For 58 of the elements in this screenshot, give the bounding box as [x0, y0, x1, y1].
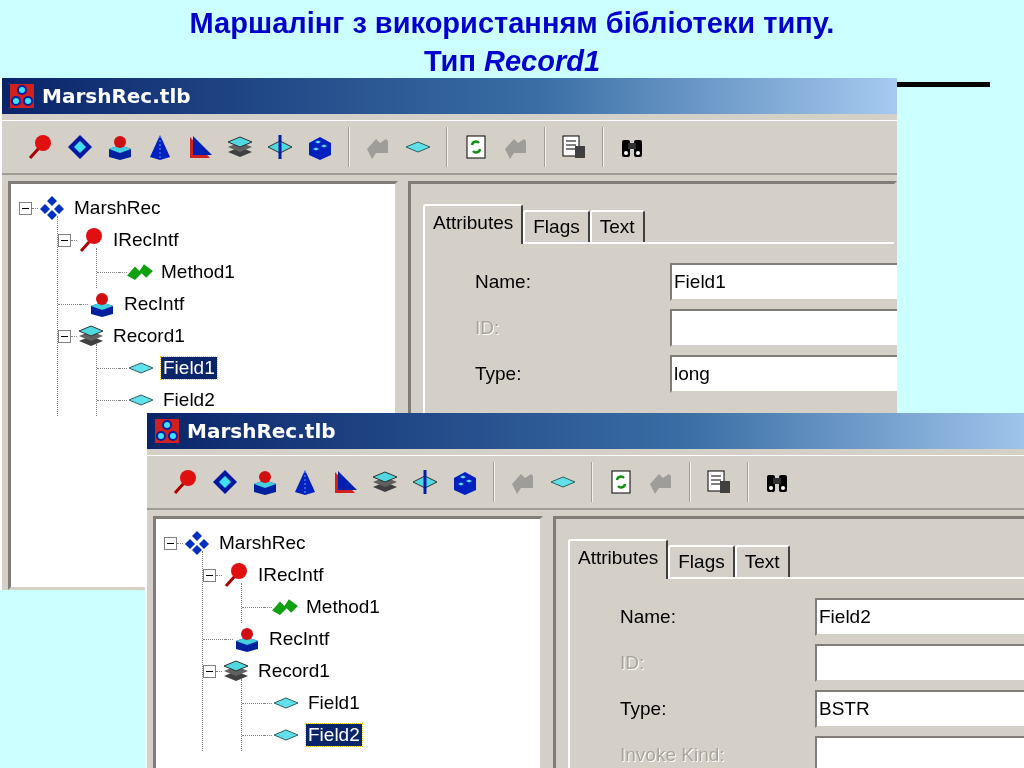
diamond-with-arrow-icon — [411, 468, 439, 496]
pin-icon — [171, 468, 199, 496]
tab[interactable]: Flags — [668, 545, 735, 577]
slide-title: Маршалінг з використанням бібліотеки типу. — [189, 6, 835, 41]
tab[interactable]: Flags — [523, 210, 590, 242]
diamond-with-arrow-icon — [266, 133, 294, 161]
slide-subtitle: Тип Record1 — [423, 44, 601, 79]
tree-item[interactable]: MarshRec — [217, 532, 308, 554]
document-icon — [705, 468, 733, 496]
diamond-icon — [66, 133, 94, 161]
field-label: Name: — [475, 271, 532, 293]
collapse-toggle[interactable] — [19, 201, 32, 215]
tree-item[interactable]: RecIntf — [122, 293, 187, 315]
input-field[interactable]: Field2 — [815, 598, 1024, 636]
pin-icon — [77, 226, 105, 254]
tab[interactable]: Text — [734, 545, 790, 577]
app-icon — [155, 419, 179, 443]
collapse-toggle[interactable] — [164, 536, 177, 550]
tree-item[interactable]: IRecIntf — [256, 564, 326, 586]
tree-item[interactable]: Method1 — [304, 596, 382, 618]
diamond-icon — [211, 468, 239, 496]
input-field[interactable]: long — [670, 355, 897, 393]
input-field[interactable]: Field1 — [670, 263, 897, 301]
app-icon — [10, 84, 34, 108]
pin-icon — [222, 561, 250, 589]
collapse-toggle[interactable] — [203, 664, 216, 678]
field-label: Name: — [620, 606, 677, 628]
tree-item[interactable]: MarshRec — [72, 197, 163, 219]
tree-item[interactable]: Record1 — [256, 660, 332, 682]
tab[interactable]: Attributes — [423, 204, 524, 244]
tree-item[interactable]: Field1 — [306, 692, 362, 714]
box-with-ball-icon — [106, 133, 134, 161]
tree-item[interactable]: Field1 — [161, 357, 217, 379]
pin-icon — [26, 133, 54, 161]
document-icon — [560, 133, 588, 161]
collapse-toggle[interactable] — [203, 568, 216, 582]
tree-item[interactable]: IRecIntf — [111, 229, 181, 251]
input-field[interactable]: BSTR — [815, 690, 1024, 728]
window-title: MarshRec.tlb — [42, 84, 191, 108]
tab[interactable]: Text — [589, 210, 645, 242]
tree-item[interactable]: Field2 — [161, 389, 217, 411]
box-with-ball-icon — [233, 625, 261, 653]
field-label: Type: — [475, 363, 523, 385]
box-with-ball-icon — [251, 468, 279, 496]
tab[interactable]: Attributes — [568, 539, 669, 579]
diamonds-icon — [38, 194, 66, 222]
collapse-toggle[interactable] — [58, 329, 71, 343]
collapse-toggle[interactable] — [58, 233, 71, 247]
tree-item[interactable]: Method1 — [159, 261, 237, 283]
tree-item[interactable]: Field2 — [306, 724, 362, 746]
method-icon — [127, 263, 153, 281]
window-title: MarshRec.tlb — [187, 419, 336, 443]
field-label: Type: — [620, 698, 668, 720]
box-with-ball-icon — [88, 290, 116, 318]
diamonds-icon — [183, 529, 211, 557]
tree-item[interactable]: Record1 — [111, 325, 187, 347]
method-icon — [272, 598, 298, 616]
tree-item[interactable]: RecIntf — [267, 628, 332, 650]
